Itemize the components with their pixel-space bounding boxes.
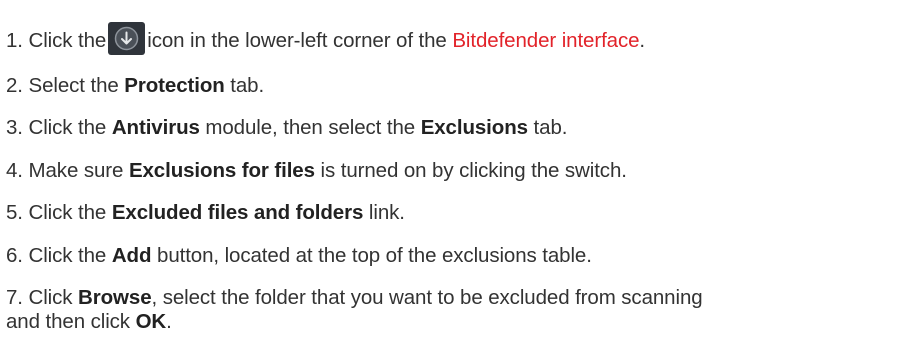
step-text: . — [166, 310, 172, 333]
step-bold: Add — [111, 244, 152, 267]
step-text: button, located at the top of the exclus… — [157, 244, 592, 267]
step-7-continuation: and then click OK. — [6, 309, 172, 334]
step-text: Select the — [28, 74, 119, 97]
step-5: 5. Click the Excluded files and folders … — [6, 200, 405, 225]
step-bold: OK — [135, 310, 167, 333]
step-bold: Antivirus — [111, 116, 200, 139]
step-number: 3. — [6, 116, 23, 139]
download-arrow-circle-icon — [108, 22, 146, 56]
step-text: Click the — [28, 244, 107, 267]
step-text: tab. — [533, 116, 568, 139]
step-text: Click the — [28, 116, 107, 139]
step-number: 2. — [6, 74, 23, 97]
step-number: 5. — [6, 201, 23, 224]
step-number: 1. — [6, 29, 23, 52]
step-2: 2. Select the Protection tab. — [6, 73, 264, 98]
step-text: Make sure — [28, 159, 124, 182]
step-text: Click the — [28, 29, 107, 52]
step-4: 4. Make sure Exclusions for files is tur… — [6, 158, 627, 183]
instruction-list: 1. Click the icon in the lower-left corn… — [0, 0, 911, 360]
step-bold: Exclusions — [420, 116, 528, 139]
step-text: Click — [28, 286, 73, 309]
step-3: 3. Click the Antivirus module, then sele… — [6, 115, 567, 140]
step-number: 4. — [6, 159, 23, 182]
step-text: Click the — [28, 201, 107, 224]
step-bold: Browse — [78, 286, 152, 309]
step-text: and then click — [6, 310, 130, 333]
step-1: 1. Click the icon in the lower-left corn… — [6, 22, 646, 56]
step-7: 7. Click Browse, select the folder that … — [6, 285, 703, 310]
step-text: . — [639, 29, 646, 52]
step-text: module, then select the — [205, 116, 416, 139]
step-number: 6. — [6, 244, 23, 267]
step-bold: Excluded files and folders — [111, 201, 364, 224]
step-text: link. — [368, 201, 405, 224]
step-number: 7. — [6, 286, 23, 309]
step-text: , select the folder that you want to be … — [151, 286, 703, 309]
bitdefender-interface-link[interactable]: Bitdefender interface — [452, 29, 639, 52]
step-6: 6. Click the Add button, located at the … — [6, 243, 592, 268]
step-text: icon in the lower-left corner of the — [147, 29, 447, 52]
step-text: is turned on by clicking the switch. — [320, 159, 627, 182]
step-text: tab. — [230, 74, 265, 97]
step-bold: Protection — [124, 74, 225, 97]
step-bold: Exclusions for files — [128, 159, 315, 182]
